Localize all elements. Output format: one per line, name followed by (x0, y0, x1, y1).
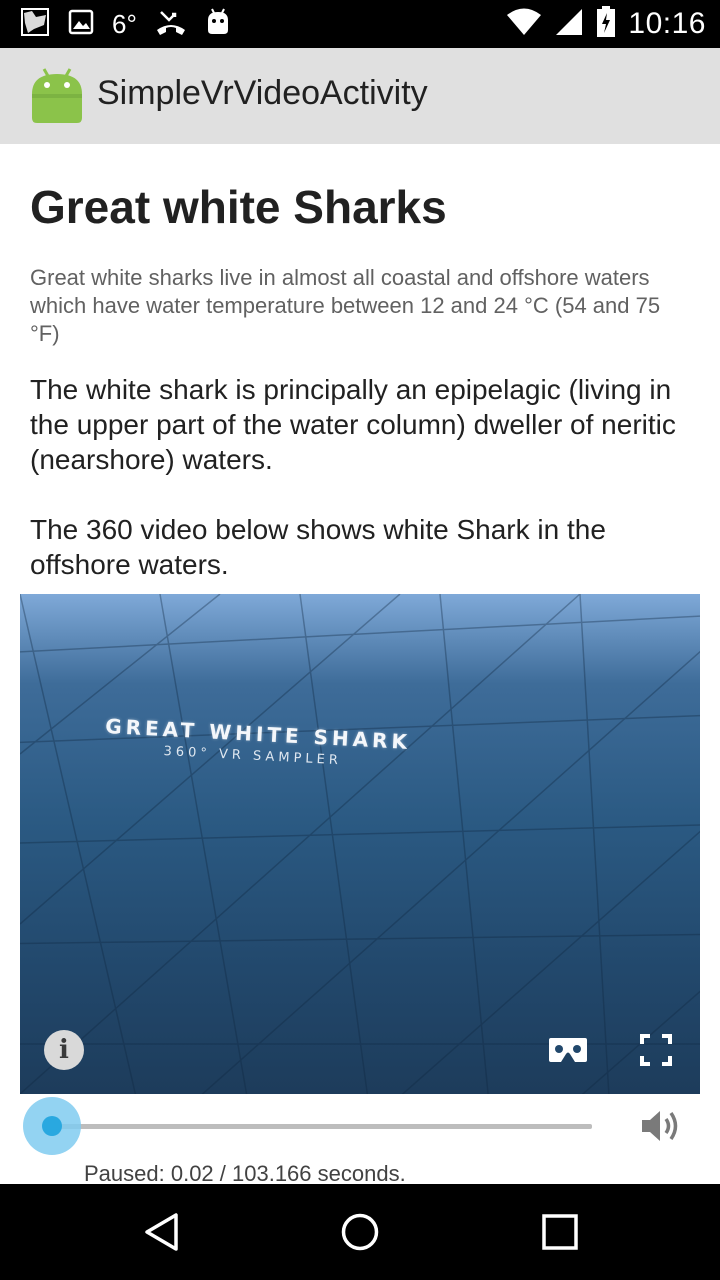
back-icon[interactable] (142, 1212, 182, 1256)
article-subtitle: Great white sharks live in almost all co… (30, 265, 661, 346)
cardboard-icon[interactable] (548, 1036, 588, 1068)
image-icon (68, 9, 94, 39)
playback-status-text: Paused: 0.02 / 103.166 seconds. (84, 1161, 406, 1184)
signal-icon (554, 7, 584, 41)
video-frame-mesh (20, 594, 700, 1094)
article-body: The white shark is principally an epipel… (30, 372, 700, 582)
content-area[interactable]: Great white Sharks Great white sharks li… (0, 144, 720, 1184)
vr-video-view[interactable]: GREAT WHITE SHARK 360° VR SAMPLER i (20, 594, 700, 1094)
temperature-text: 6° (112, 8, 137, 39)
missed-call-icon (155, 8, 187, 40)
seek-bar-thumb[interactable] (42, 1116, 62, 1136)
screenshot-icon (20, 7, 50, 41)
article-title: Great white Sharks (30, 181, 447, 233)
status-bar: 6° 10:16 (0, 0, 720, 48)
navigation-bar (0, 1184, 720, 1280)
battery-icon (596, 6, 616, 42)
info-icon[interactable]: i (44, 1030, 84, 1070)
wifi-icon (506, 7, 542, 41)
article-paragraph: The white shark is principally an epipel… (30, 374, 676, 475)
recents-icon[interactable] (542, 1212, 578, 1256)
app-bar: SimpleVrVideoActivity (0, 48, 720, 144)
fullscreen-icon[interactable] (640, 1034, 672, 1070)
seek-bar-track[interactable] (52, 1124, 592, 1129)
android-logo-icon (30, 68, 84, 124)
home-icon[interactable] (340, 1212, 380, 1256)
android-debug-icon (205, 8, 231, 40)
article-paragraph: The 360 video below shows white Shark in… (30, 514, 606, 580)
app-title: SimpleVrVideoActivity (97, 74, 428, 112)
volume-icon[interactable] (640, 1106, 684, 1150)
clock-text: 10:16 (628, 7, 706, 40)
